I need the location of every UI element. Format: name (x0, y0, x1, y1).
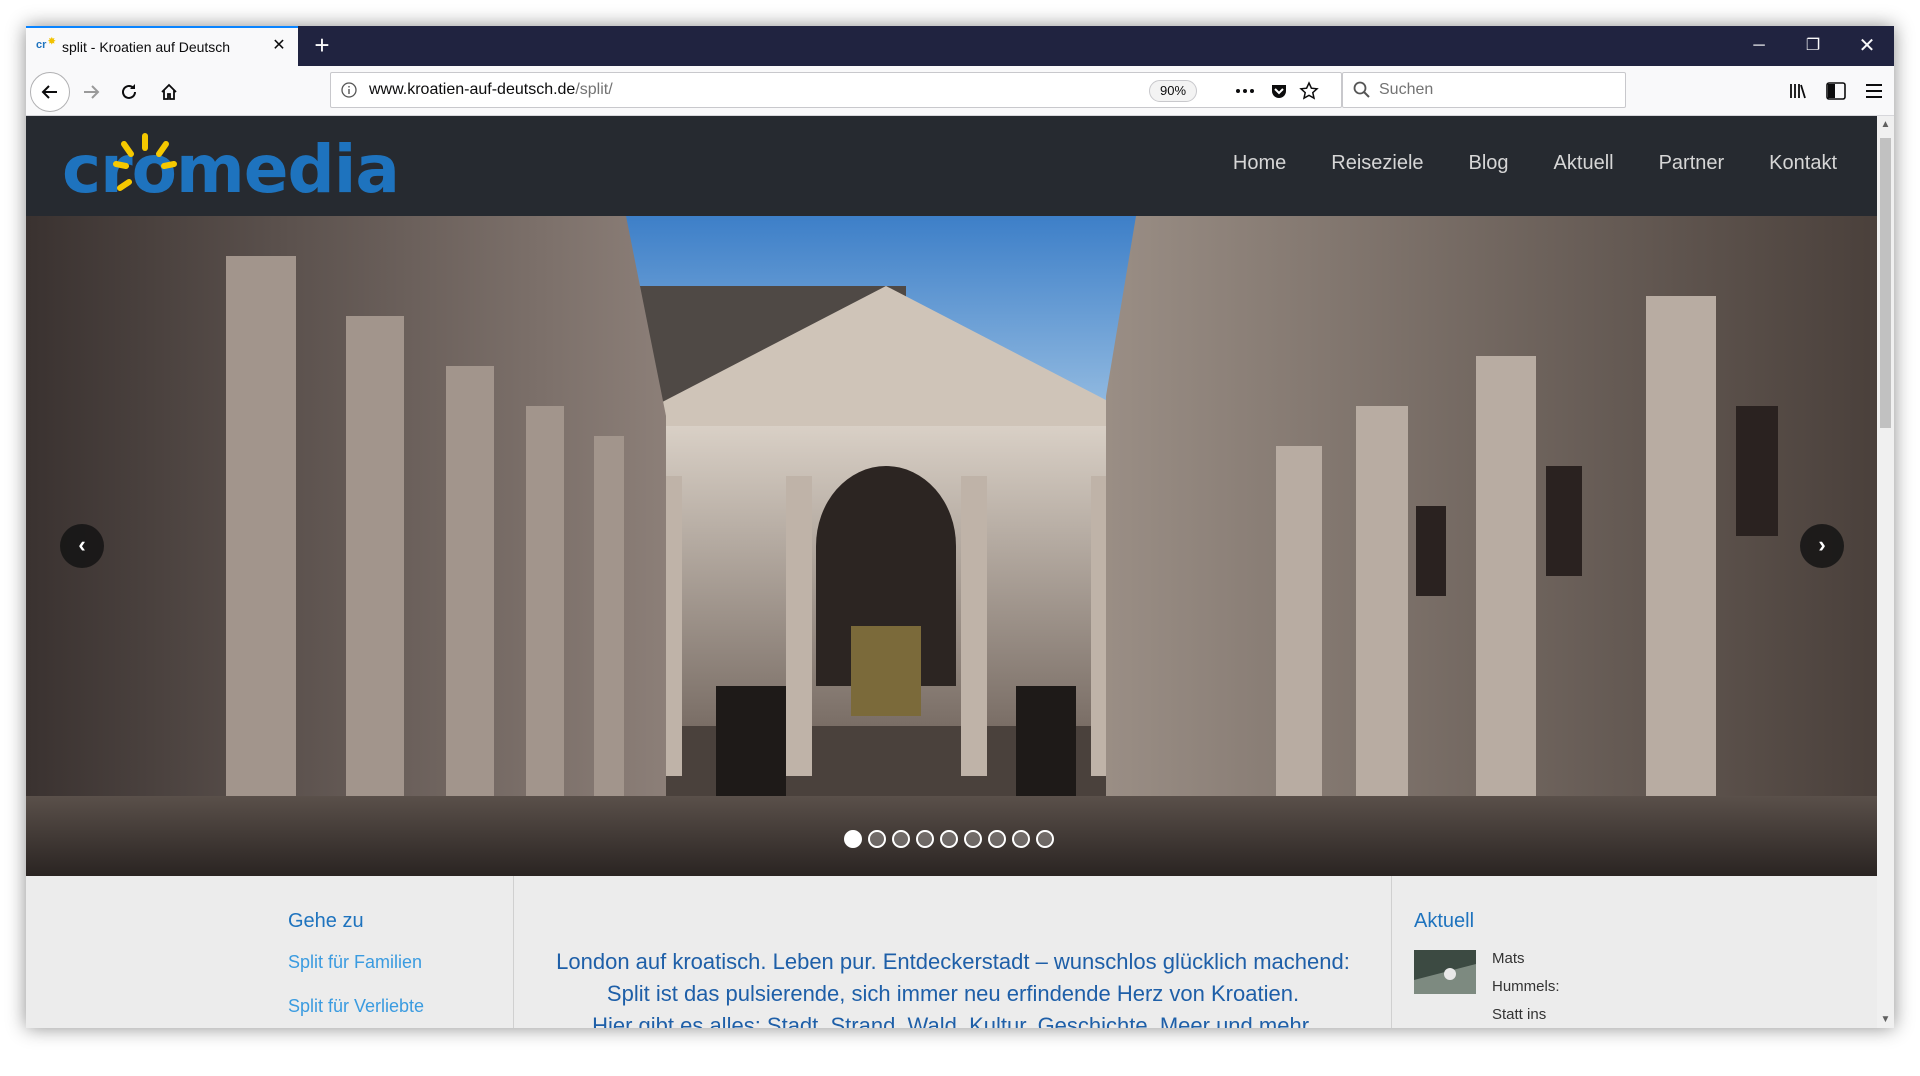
site-header: cromedia Home Reiseziele Blog Aktuell Pa… (26, 116, 1877, 216)
aktuell-heading: Aktuell (1414, 910, 1475, 932)
forward-button[interactable] (74, 75, 108, 109)
slider-dot-9[interactable] (1036, 830, 1054, 848)
tab-active[interactable]: cr ✸ split - Kroatien auf Deutsch ✕ (26, 26, 298, 66)
close-window-button[interactable]: ✕ (1840, 26, 1894, 66)
sun-icon (113, 133, 177, 191)
sidebar-link-familien[interactable]: Split für Familien (288, 952, 422, 973)
sidebar-icon (1826, 82, 1846, 100)
news-line-1[interactable]: Mats (1492, 950, 1525, 967)
library-icon (1790, 84, 1806, 99)
page-actions-icon[interactable] (1231, 77, 1259, 105)
slider-dot-6[interactable] (964, 830, 982, 848)
tab-close-icon[interactable]: ✕ (270, 37, 288, 55)
slider-dot-1[interactable] (844, 830, 862, 848)
scroll-down-icon[interactable]: ▼ (1877, 1011, 1894, 1028)
sidebar-toggle-button[interactable] (1820, 75, 1852, 107)
intro-section: London auf kroatisch. Leben pur. Entdeck… (514, 876, 1392, 1028)
intro-line-1: London auf kroatisch. Leben pur. Entdeck… (556, 949, 1350, 974)
search-icon (1353, 81, 1370, 98)
news-line-3[interactable]: Statt ins (1492, 1006, 1546, 1023)
page-viewport: cromedia Home Reiseziele Blog Aktuell Pa… (26, 116, 1894, 1028)
slider-dot-4[interactable] (916, 830, 934, 848)
slider-dot-7[interactable] (988, 830, 1006, 848)
content-area: Gehe zu Split für Familien Split für Ver… (26, 876, 1877, 1028)
site-logo[interactable]: cromedia (62, 132, 400, 206)
search-box[interactable] (1342, 72, 1626, 108)
main-menu: Home Reiseziele Blog Aktuell Partner Kon… (1233, 152, 1837, 175)
prev-slide-button[interactable]: ‹ (60, 524, 104, 568)
menu-item-home[interactable]: Home (1233, 152, 1286, 175)
page-info-icon (341, 82, 357, 98)
sidebar-link-verliebte[interactable]: Split für Verliebte (288, 996, 424, 1017)
zoom-indicator[interactable]: 90% (1149, 80, 1198, 102)
reload-button[interactable] (112, 75, 146, 109)
news-line-2[interactable]: Hummels: (1492, 978, 1560, 995)
hero-image (26, 216, 1877, 876)
reload-icon (122, 84, 136, 99)
url-text: www.kroatien-auf-deutsch.de/split/ (369, 81, 613, 99)
back-button[interactable] (30, 72, 70, 112)
home-icon (161, 83, 177, 100)
favicon-text: cr (36, 39, 47, 51)
menu-item-aktuell[interactable]: Aktuell (1554, 152, 1614, 175)
hero-slider: ‹ › (26, 216, 1877, 876)
tab-bar: cr ✸ split - Kroatien auf Deutsch ✕ + ─ … (26, 26, 1894, 66)
sidebar-heading: Gehe zu (288, 910, 364, 932)
next-slide-button[interactable]: › (1800, 524, 1844, 568)
address-bar[interactable]: www.kroatien-auf-deutsch.de/split/ 90% (330, 72, 1342, 108)
slider-dot-2[interactable] (868, 830, 886, 848)
menu-item-reiseziele[interactable]: Reiseziele (1331, 152, 1423, 175)
intro-line-2: Split ist das pulsierende, sich immer ne… (606, 981, 1300, 1006)
home-button[interactable] (152, 75, 186, 109)
restore-button[interactable]: ❐ (1786, 26, 1840, 66)
nav-bar: www.kroatien-auf-deutsch.de/split/ 90% (26, 66, 1894, 116)
menu-item-partner[interactable]: Partner (1659, 152, 1725, 175)
search-input[interactable] (1379, 81, 1609, 99)
bookmark-star-icon[interactable] (1295, 77, 1323, 105)
slider-dot-8[interactable] (1012, 830, 1030, 848)
scrollbar-thumb[interactable] (1880, 138, 1891, 428)
library-button[interactable] (1782, 75, 1814, 107)
slider-dots (844, 830, 1054, 848)
site-favicon-icon: cr ✸ (36, 36, 56, 51)
menu-item-kontakt[interactable]: Kontakt (1769, 152, 1837, 175)
forward-arrow-icon (84, 85, 100, 99)
news-thumbnail[interactable] (1414, 950, 1476, 994)
pocket-icon[interactable] (1265, 77, 1293, 105)
url-host: www.kroatien-auf-deutsch.de (369, 81, 576, 98)
intro-line-3: Hier gibt es alles: Stadt, Strand, Wald,… (592, 1013, 1314, 1028)
aktuell-section: Aktuell Mats Hummels: Statt ins (1392, 876, 1877, 1028)
slider-dot-5[interactable] (940, 830, 958, 848)
page-scrollbar[interactable]: ▲ ▼ (1877, 116, 1894, 1028)
new-tab-button[interactable]: + (306, 30, 338, 62)
back-arrow-icon (41, 85, 57, 99)
tab-title: split - Kroatien auf Deutsch (62, 39, 231, 55)
browser-window: cr ✸ split - Kroatien auf Deutsch ✕ + ─ … (26, 26, 1894, 1028)
url-path: /split/ (575, 81, 613, 98)
minimize-button[interactable]: ─ (1732, 26, 1786, 66)
slider-dot-3[interactable] (892, 830, 910, 848)
sidebar-goto: Gehe zu Split für Familien Split für Ver… (26, 876, 514, 1028)
hamburger-icon (1866, 84, 1882, 98)
scroll-up-icon[interactable]: ▲ (1877, 116, 1894, 133)
menu-item-blog[interactable]: Blog (1469, 152, 1509, 175)
menu-button[interactable] (1858, 75, 1890, 107)
